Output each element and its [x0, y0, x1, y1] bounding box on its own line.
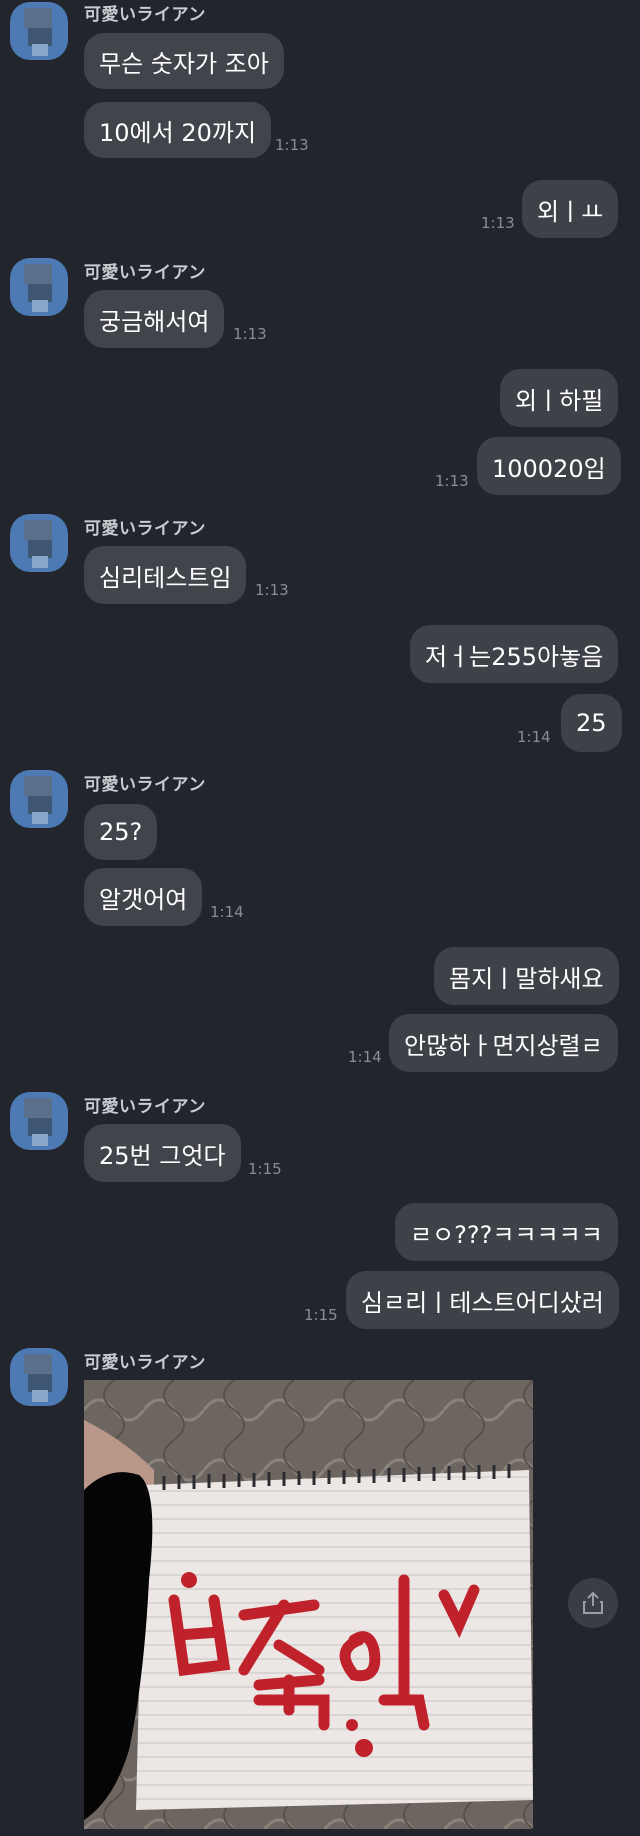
message-bubble[interactable]: 25 — [561, 694, 622, 752]
message-bubble[interactable]: 외ㅣ하필 — [500, 369, 619, 427]
message-bubble[interactable]: 심리테스트임 — [84, 546, 247, 604]
message-text: 궁금해서여 — [99, 307, 210, 336]
message-text: 25? — [99, 818, 143, 846]
message-bubble[interactable]: 25번 그엇다 — [84, 1124, 241, 1182]
message-text: 저ㅓ는255아놓음 — [425, 642, 604, 671]
photo-message[interactable] — [84, 1380, 533, 1829]
message-text: 100020임 — [492, 454, 606, 483]
share-icon — [583, 1591, 603, 1614]
message-bubble[interactable]: 25? — [84, 804, 158, 860]
sender-avatar[interactable] — [10, 770, 68, 828]
sender-avatar[interactable] — [10, 514, 68, 572]
message-time: 1:15 — [304, 1306, 338, 1324]
message-bubble[interactable]: 저ㅓ는255아놓음 — [410, 625, 619, 683]
message-time: 1:13 — [481, 214, 515, 232]
message-text: ㄹㅇ???ㅋㅋㅋㅋㅋ — [410, 1220, 603, 1249]
message-text: 알갯어여 — [99, 885, 188, 914]
message-bubble[interactable]: 외ㅣㅛ — [522, 180, 619, 238]
sender-avatar[interactable] — [10, 258, 68, 316]
message-text: 심ㄹ리ㅣ테스트어디샀러 — [361, 1288, 604, 1317]
sender-avatar[interactable] — [10, 2, 68, 60]
message-text: 10에서 20까지 — [99, 118, 257, 147]
notebook-photo — [84, 1380, 533, 1829]
sender-name: 可愛いライアン — [84, 263, 206, 283]
message-bubble[interactable]: 몸지ㅣ말하새요 — [434, 947, 619, 1005]
message-time: 1:14 — [348, 1048, 382, 1066]
message-time: 1:13 — [275, 136, 309, 154]
message-bubble[interactable]: 무슨 숫자가 조아 — [84, 33, 284, 89]
message-text: 심리테스트임 — [99, 563, 232, 592]
sender-name: 可愛いライアン — [84, 775, 206, 795]
message-text: 안많하ㅏ면지상렬ㄹ — [404, 1031, 603, 1060]
message-bubble[interactable]: 심ㄹ리ㅣ테스트어디샀러 — [346, 1271, 619, 1329]
message-time: 1:15 — [248, 1160, 282, 1178]
message-bubble[interactable]: ㄹㅇ???ㅋㅋㅋㅋㅋ — [395, 1203, 618, 1261]
share-button[interactable] — [568, 1578, 618, 1628]
message-time: 1:14 — [517, 728, 551, 746]
message-time: 1:13 — [233, 325, 267, 343]
message-time: 1:14 — [210, 903, 244, 921]
sender-avatar[interactable] — [10, 1348, 68, 1406]
message-text: 외ㅣㅛ — [537, 197, 604, 226]
message-text: 25번 그엇다 — [99, 1141, 226, 1170]
message-time: 1:13 — [435, 472, 469, 490]
sender-name: 可愛いライアン — [84, 1097, 206, 1117]
message-bubble[interactable]: 알갯어여 — [84, 868, 203, 926]
sender-avatar[interactable] — [10, 1092, 68, 1150]
message-bubble[interactable]: 궁금해서여 — [84, 290, 225, 348]
message-bubble[interactable]: 10에서 20까지 — [84, 102, 272, 158]
message-text: 외ㅣ하필 — [515, 386, 604, 415]
message-text: 몸지ㅣ말하새요 — [449, 964, 604, 993]
message-bubble[interactable]: 100020임 — [477, 437, 621, 495]
message-time: 1:13 — [255, 581, 289, 599]
message-text: 25 — [576, 709, 607, 737]
sender-name: 可愛いライアン — [84, 519, 206, 539]
sender-name: 可愛いライアン — [84, 1353, 206, 1373]
message-bubble[interactable]: 안많하ㅏ면지상렬ㄹ — [389, 1014, 618, 1072]
message-text: 무슨 숫자가 조아 — [99, 49, 269, 78]
sender-name: 可愛いライアン — [84, 5, 206, 25]
